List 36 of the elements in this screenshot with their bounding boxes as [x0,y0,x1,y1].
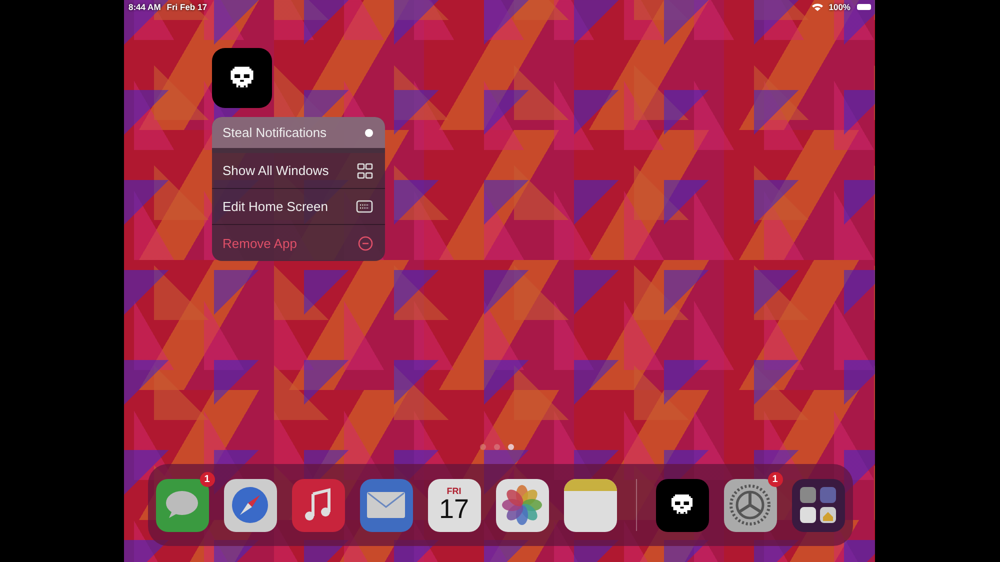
flower-icon [501,484,543,526]
music-app-icon[interactable] [292,478,344,532]
skull-app-icon[interactable] [656,478,708,532]
wifi-icon [812,3,823,11]
calendar-date: 17 [438,496,470,523]
gear-icon [728,483,772,527]
photos-app-icon[interactable] [496,478,548,532]
page-dot[interactable] [508,444,514,450]
keyboard-icon [356,200,372,213]
safari-app-icon[interactable] [224,478,276,532]
library-app-icon[interactable] [792,478,844,532]
calendar-day: FRI [446,487,462,496]
menu-item[interactable]: Steal Notifications [212,117,384,153]
calendar-app-icon[interactable]: FRI 17 [428,478,480,532]
battery-icon [856,4,870,10]
app-library-icon [798,485,838,525]
app-icon[interactable] [212,48,272,108]
menu-item[interactable]: Show All Windows [212,153,384,189]
speech-bubble-icon [164,489,200,521]
grid-icon [356,162,372,178]
notes-header [564,478,616,490]
notes-app-icon[interactable] [564,478,616,532]
menu-item[interactable]: Edit Home Screen [212,189,384,225]
page-dot[interactable] [494,444,500,450]
compass-icon [230,485,270,525]
minus-circle-icon [358,236,372,250]
notification-badge: 1 [768,472,782,486]
dot-icon [364,128,372,136]
notification-badge: 1 [200,472,214,486]
mail-app-icon[interactable] [360,478,412,532]
music-note-icon [303,488,333,522]
status-date: Fri Feb 17 [166,2,207,12]
battery-percent: 100% [828,2,850,12]
page-dot[interactable] [480,444,486,450]
status-time: 8:44 AM [128,2,161,12]
envelope-icon [367,492,405,518]
